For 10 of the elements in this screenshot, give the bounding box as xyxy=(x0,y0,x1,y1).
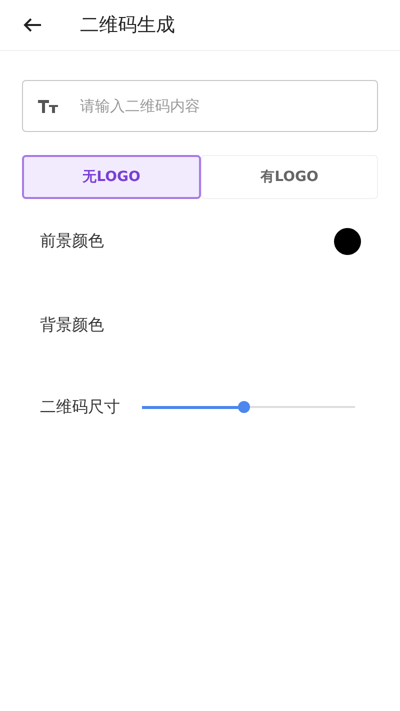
logo-tab[interactable]: 无LOGO xyxy=(22,155,201,199)
color-swatch[interactable] xyxy=(334,228,361,254)
slider-thumb[interactable] xyxy=(238,401,250,413)
setting-label: 背景颜色 xyxy=(40,314,104,336)
logo-tab[interactable]: 有LOGO xyxy=(201,155,378,199)
setting-label: 前景颜色 xyxy=(40,230,104,252)
input-field[interactable]: 请输入二维码内容 xyxy=(22,80,378,132)
setting-label: 二维码尺寸 xyxy=(40,396,120,418)
back-icon[interactable] xyxy=(22,17,42,33)
page-title: 二维码生成 xyxy=(80,13,175,38)
